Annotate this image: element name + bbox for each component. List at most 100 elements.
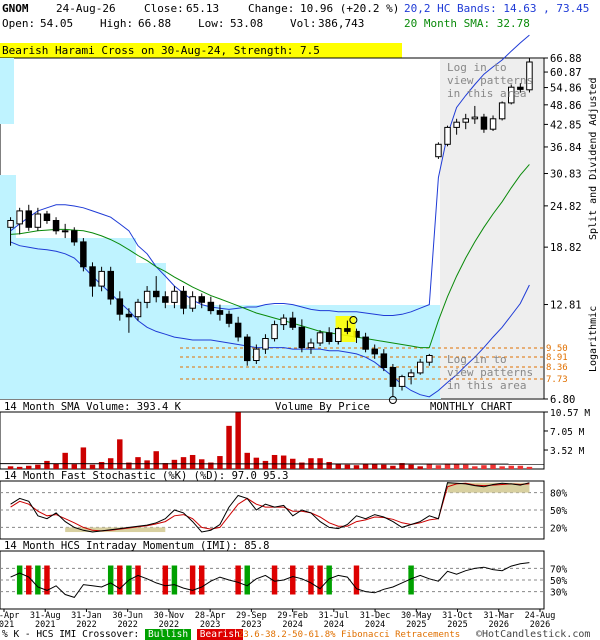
x-tick-year: 2025 (447, 620, 467, 630)
volume-bar (98, 461, 105, 469)
candle-body (307, 342, 315, 349)
x-tick-year: 2024 (324, 620, 344, 630)
y-tick-label: 24.82 (550, 201, 582, 213)
y-tick-label: 18.82 (550, 242, 582, 254)
bullish-swatch: Bullish (145, 629, 192, 640)
candle-body (89, 266, 96, 287)
volume-bar (362, 464, 369, 469)
volume-by-price-label: Volume By Price (275, 401, 370, 413)
candle-body (280, 317, 287, 326)
volume-bar (262, 460, 269, 469)
candle-body (98, 270, 105, 287)
volume-bar (390, 465, 396, 469)
volume-bar (417, 466, 423, 469)
candle-body (162, 296, 169, 303)
volume-bar (517, 465, 524, 469)
candle-body (125, 313, 133, 318)
bearish-crossover-bar (198, 565, 205, 595)
volume-bar (408, 464, 414, 469)
volume-bar (462, 464, 469, 469)
candle-body (417, 361, 424, 374)
volume-tick-label: 7.05 M (550, 427, 585, 438)
volume-bar (171, 459, 178, 469)
bearish-crossover-bar (290, 565, 296, 595)
candle-body (189, 296, 196, 309)
login-line-1: Log in to (447, 61, 507, 74)
fibonacci-level-label: 8.36 (546, 363, 568, 373)
volume-bar (71, 464, 78, 469)
volume-bar (490, 464, 496, 469)
candle-body (143, 290, 151, 303)
volume-sma-line (0, 463, 545, 465)
x-tick-year: 2023 (241, 620, 261, 630)
candle-body (480, 116, 488, 130)
volume-bar (326, 461, 332, 469)
volume-bar (35, 464, 41, 469)
candle-body (471, 116, 479, 120)
bearish-crossover-bar (308, 565, 314, 595)
candle-body (244, 336, 251, 362)
imi-panel-label: 14 Month HCS Intraday Momentum (IMI): 85… (4, 540, 270, 552)
volume-bar (144, 460, 150, 469)
volume-by-price-zone (0, 175, 16, 399)
volume-tick-label: 10.57 M (550, 408, 590, 419)
login-line-1: Log in to (447, 353, 507, 366)
bearish-crossover-bar (353, 565, 360, 595)
volume-bar (499, 466, 505, 469)
candle-body (171, 290, 178, 303)
candle-body (7, 220, 14, 228)
candle-body (398, 376, 406, 387)
volume-bar (16, 466, 23, 469)
volume-bar (26, 465, 32, 469)
y-tick-label: 12.81 (550, 300, 582, 312)
candle-body (407, 372, 415, 378)
volume-by-price-zone (136, 263, 166, 399)
candle-body (298, 326, 306, 349)
bearish-crossover-bar (162, 565, 169, 595)
volume-bar (180, 457, 187, 469)
volume-bar (7, 466, 14, 469)
login-line-2: view patterns (447, 74, 534, 87)
candle-body (489, 118, 497, 130)
volume-bar (481, 465, 487, 469)
candle-body (462, 118, 469, 123)
candle-body (371, 348, 378, 355)
volume-bar (271, 454, 278, 469)
y-tick-label: 6.80 (550, 394, 575, 406)
imi-tick-label: 50% (550, 576, 567, 587)
imi-tick-label: 70% (550, 564, 567, 575)
crossover-legend-text: % K - HCS IMI Crossover: (2, 629, 140, 640)
volume-bar (217, 456, 223, 469)
volume-bar (44, 460, 50, 469)
candle-body (61, 230, 69, 233)
volume-bar (353, 465, 360, 469)
crossover-legend: % K - HCS IMI Crossover: Bullish Bearish (2, 629, 243, 640)
bearish-crossover-bar (26, 565, 32, 595)
volume-bar (235, 412, 241, 469)
candle-body (389, 367, 397, 387)
login-patterns-top[interactable]: Log in to view patterns in this area (447, 61, 533, 100)
volume-by-price-zone (0, 58, 14, 124)
fibonacci-level-label: 7.73 (546, 375, 568, 385)
candle-body (289, 317, 296, 328)
bullish-crossover-bar (35, 565, 41, 595)
candle-body (225, 313, 233, 324)
candle-body (271, 324, 278, 340)
candle-body (216, 310, 224, 315)
candle-body (362, 336, 369, 350)
candle-body (435, 143, 442, 158)
volume-bar (472, 466, 478, 469)
candle-body (426, 355, 433, 363)
candle-body (335, 328, 342, 342)
y-tick-label: 30.83 (550, 169, 582, 181)
candle-body (253, 348, 260, 362)
candle-body (380, 353, 388, 368)
monthly-chart-label: MONTHLY CHART (430, 401, 513, 413)
candle-body (107, 270, 114, 300)
bullish-crossover-bar (107, 565, 114, 595)
candle-body (134, 301, 142, 318)
volume-bar (153, 451, 159, 469)
login-patterns-bottom[interactable]: Log in to view patterns in this area (447, 353, 533, 392)
login-line-2: view patterns (447, 366, 534, 379)
bearish-crossover-bar (317, 565, 323, 595)
